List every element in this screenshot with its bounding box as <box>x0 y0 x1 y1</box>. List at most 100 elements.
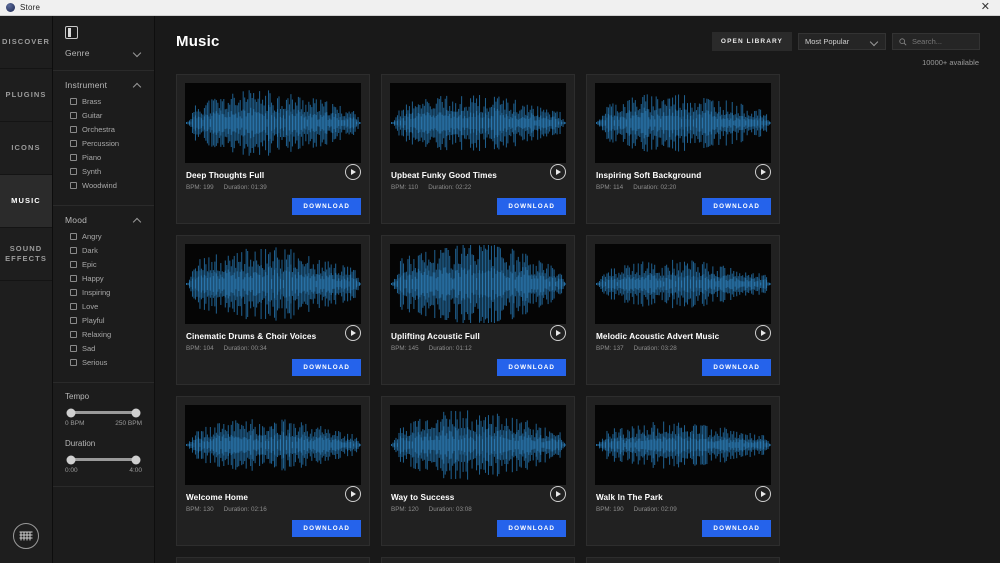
filter-option-dark[interactable]: Dark <box>70 246 142 255</box>
play-icon[interactable] <box>550 325 566 341</box>
waveform-preview[interactable] <box>185 405 361 485</box>
filter-option-label: Guitar <box>82 111 102 120</box>
slider-handle-max[interactable] <box>132 408 141 417</box>
play-icon[interactable] <box>550 164 566 180</box>
filter-option-angry[interactable]: Angry <box>70 232 142 241</box>
filter-option-inspiring[interactable]: Inspiring <box>70 288 142 297</box>
filter-option-piano[interactable]: Piano <box>70 153 142 162</box>
filter-option-brass[interactable]: Brass <box>70 97 142 106</box>
search-input[interactable]: Search... <box>892 33 980 50</box>
filter-section-header-instrument[interactable]: Instrument <box>65 80 142 90</box>
filter-option-woodwind[interactable]: Woodwind <box>70 181 142 190</box>
sidebar-item-music[interactable]: MUSIC <box>0 175 52 228</box>
open-library-button[interactable]: OPEN LIBRARY <box>712 32 792 51</box>
checkbox-icon[interactable] <box>70 140 77 147</box>
waveform-preview[interactable] <box>595 83 771 163</box>
sidebar-item-sound-effects[interactable]: SOUND EFFECTS <box>0 228 52 281</box>
track-card[interactable] <box>586 557 780 563</box>
filter-option-percussion[interactable]: Percussion <box>70 139 142 148</box>
track-card[interactable]: Way to SuccessBPM: 120Duration: 03:08DOW… <box>381 396 575 546</box>
filter-option-playful[interactable]: Playful <box>70 316 142 325</box>
track-title: Way to Success <box>391 493 565 502</box>
filter-option-relaxing[interactable]: Relaxing <box>70 330 142 339</box>
play-icon[interactable] <box>345 486 361 502</box>
track-card[interactable]: Cinematic Drums & Choir VoicesBPM: 104Du… <box>176 235 370 385</box>
waveform-preview[interactable] <box>390 83 566 163</box>
play-icon[interactable] <box>345 164 361 180</box>
grid-logo-icon[interactable] <box>13 523 39 549</box>
checkbox-icon[interactable] <box>70 112 77 119</box>
waveform-preview[interactable] <box>595 244 771 324</box>
track-card[interactable]: Inspiring Soft BackgroundBPM: 114Duratio… <box>586 74 780 224</box>
checkbox-icon[interactable] <box>70 233 77 240</box>
track-meta: Deep Thoughts FullBPM: 199Duration: 01:3… <box>185 163 361 191</box>
filter-option-guitar[interactable]: Guitar <box>70 111 142 120</box>
checkbox-icon[interactable] <box>70 182 77 189</box>
download-button[interactable]: DOWNLOAD <box>497 359 566 376</box>
checkbox-icon[interactable] <box>70 154 77 161</box>
play-icon[interactable] <box>755 164 771 180</box>
download-button[interactable]: DOWNLOAD <box>702 359 771 376</box>
filter-option-orchestra[interactable]: Orchestra <box>70 125 142 134</box>
checkbox-icon[interactable] <box>70 168 77 175</box>
sidebar-item-icons[interactable]: ICONS <box>0 122 52 175</box>
play-icon[interactable] <box>755 325 771 341</box>
checkbox-icon[interactable] <box>70 331 77 338</box>
checkbox-icon[interactable] <box>70 303 77 310</box>
filter-option-synth[interactable]: Synth <box>70 167 142 176</box>
track-card[interactable] <box>381 557 575 563</box>
play-icon[interactable] <box>550 486 566 502</box>
rail-item-label: ICONS <box>11 143 40 153</box>
checkbox-icon[interactable] <box>70 126 77 133</box>
waveform-preview[interactable] <box>185 83 361 163</box>
play-icon[interactable] <box>755 486 771 502</box>
waveform-preview[interactable] <box>390 244 566 324</box>
download-row: DOWNLOAD <box>185 520 361 537</box>
filter-option-epic[interactable]: Epic <box>70 260 142 269</box>
track-card[interactable]: Uplifting Acoustic FullBPM: 145Duration:… <box>381 235 575 385</box>
filter-section-header-mood[interactable]: Mood <box>65 215 142 225</box>
sidebar-item-plugins[interactable]: PLUGINS <box>0 69 52 122</box>
close-icon[interactable]: ✕ <box>977 2 994 13</box>
track-card[interactable] <box>176 557 370 563</box>
checkbox-icon[interactable] <box>70 289 77 296</box>
checkbox-icon[interactable] <box>70 275 77 282</box>
filter-option-love[interactable]: Love <box>70 302 142 311</box>
track-card[interactable]: Walk In The ParkBPM: 190Duration: 02:09D… <box>586 396 780 546</box>
slider-handle-min[interactable] <box>67 408 76 417</box>
download-button[interactable]: DOWNLOAD <box>292 520 361 537</box>
download-button[interactable]: DOWNLOAD <box>497 520 566 537</box>
track-card[interactable]: Melodic Acoustic Advert MusicBPM: 137Dur… <box>586 235 780 385</box>
download-button[interactable]: DOWNLOAD <box>292 198 361 215</box>
download-button[interactable]: DOWNLOAD <box>292 359 361 376</box>
checkbox-icon[interactable] <box>70 359 77 366</box>
filter-option-serious[interactable]: Serious <box>70 358 142 367</box>
filter-section-header-genre[interactable]: Genre <box>65 48 142 58</box>
download-button[interactable]: DOWNLOAD <box>702 520 771 537</box>
track-card[interactable]: Welcome HomeBPM: 130Duration: 02:16DOWNL… <box>176 396 370 546</box>
waveform-preview[interactable] <box>390 405 566 485</box>
filter-option-sad[interactable]: Sad <box>70 344 142 353</box>
download-button[interactable]: DOWNLOAD <box>702 198 771 215</box>
waveform-preview[interactable] <box>595 405 771 485</box>
download-row: DOWNLOAD <box>390 520 566 537</box>
checkbox-icon[interactable] <box>70 261 77 268</box>
checkbox-icon[interactable] <box>70 98 77 105</box>
sidebar-item-discover[interactable]: DISCOVER <box>0 16 52 69</box>
collapse-panel-icon[interactable] <box>65 26 78 39</box>
play-icon[interactable] <box>345 325 361 341</box>
checkbox-icon[interactable] <box>70 247 77 254</box>
download-button[interactable]: DOWNLOAD <box>497 198 566 215</box>
track-card[interactable]: Deep Thoughts FullBPM: 199Duration: 01:3… <box>176 74 370 224</box>
slider-track[interactable] <box>71 411 136 414</box>
filter-option-happy[interactable]: Happy <box>70 274 142 283</box>
waveform-preview[interactable] <box>185 244 361 324</box>
slider-handle-max[interactable] <box>132 455 141 464</box>
sort-select[interactable]: Most Popular <box>798 33 886 50</box>
filter-option-label: Angry <box>82 232 102 241</box>
slider-track[interactable] <box>71 458 136 461</box>
checkbox-icon[interactable] <box>70 317 77 324</box>
slider-handle-min[interactable] <box>67 455 76 464</box>
checkbox-icon[interactable] <box>70 345 77 352</box>
track-card[interactable]: Upbeat Funky Good TimesBPM: 110Duration:… <box>381 74 575 224</box>
